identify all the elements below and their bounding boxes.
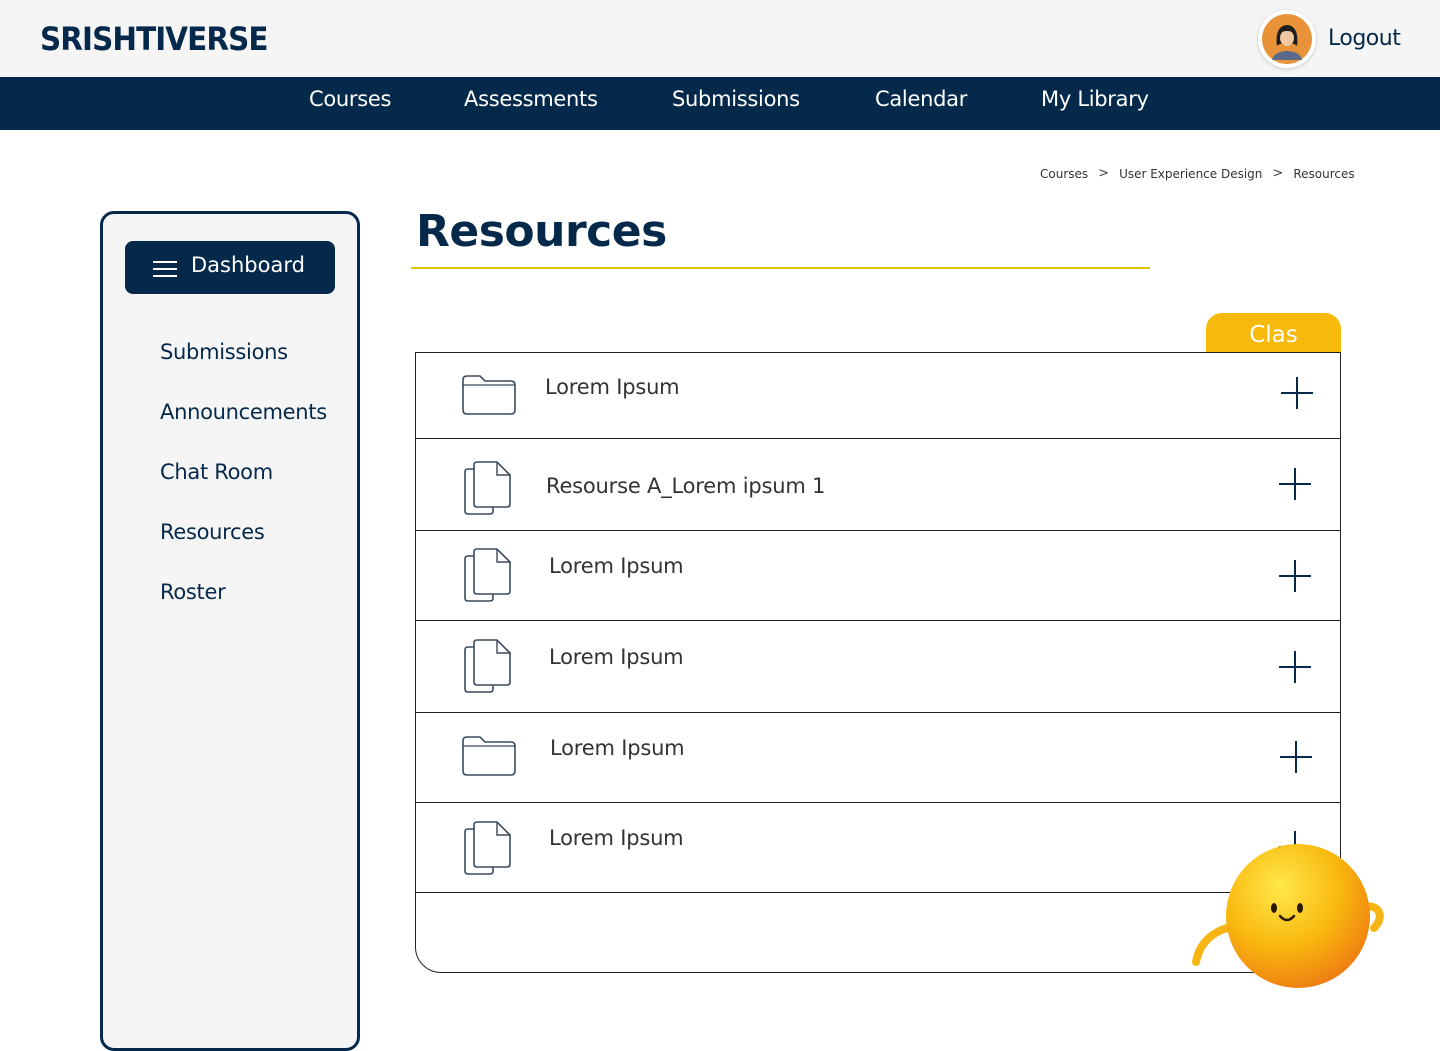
mascot-icon[interactable] xyxy=(1186,838,1396,998)
plus-icon[interactable] xyxy=(1277,466,1313,502)
nav-submissions[interactable]: Submissions xyxy=(672,87,800,111)
nav-my-library[interactable]: My Library xyxy=(1041,87,1149,111)
documents-icon xyxy=(464,461,511,515)
item-label: Lorem Ipsum xyxy=(545,375,680,399)
avatar-icon xyxy=(1262,14,1312,64)
brand-logo[interactable]: SRISHTIVERSE xyxy=(40,20,268,58)
top-bar: SRISHTIVERSE Logout xyxy=(0,0,1440,77)
documents-icon xyxy=(464,821,511,875)
documents-icon xyxy=(464,639,511,693)
sidebar-item-announcements[interactable]: Announcements xyxy=(160,400,327,424)
sidebar-item-chat-room[interactable]: Chat Room xyxy=(160,460,273,484)
breadcrumb: Courses > User Experience Design > Resou… xyxy=(1040,166,1355,181)
folder-icon xyxy=(462,736,516,776)
list-item[interactable]: Lorem Ipsum xyxy=(416,353,1340,439)
user-avatar[interactable] xyxy=(1258,10,1316,68)
plus-icon[interactable] xyxy=(1278,739,1314,775)
plus-icon[interactable] xyxy=(1277,649,1313,685)
title-underline xyxy=(411,267,1150,269)
list-item[interactable]: Lorem Ipsum xyxy=(416,621,1340,713)
main-nav: Courses Assessments Submissions Calendar… xyxy=(0,77,1440,130)
sidebar: Dashboard Submissions Announcements Chat… xyxy=(100,211,360,1051)
class-tab[interactable]: Clas xyxy=(1206,313,1341,357)
chevron-right-icon: > xyxy=(1272,166,1284,181)
sidebar-item-resources[interactable]: Resources xyxy=(160,520,265,544)
chevron-right-icon: > xyxy=(1098,166,1110,181)
item-label: Resourse A_Lorem ipsum 1 xyxy=(546,474,826,498)
list-item[interactable]: Resourse A_Lorem ipsum 1 xyxy=(416,439,1340,531)
dashboard-label: Dashboard xyxy=(191,253,305,277)
plus-icon[interactable] xyxy=(1277,558,1313,594)
documents-icon xyxy=(464,548,511,602)
nav-calendar[interactable]: Calendar xyxy=(875,87,967,111)
breadcrumb-course[interactable]: User Experience Design xyxy=(1119,167,1262,181)
nav-assessments[interactable]: Assessments xyxy=(464,87,598,111)
item-label: Lorem Ipsum xyxy=(550,736,685,760)
page-title: Resources xyxy=(416,206,667,257)
list-item[interactable]: Lorem Ipsum xyxy=(416,531,1340,621)
sidebar-item-submissions[interactable]: Submissions xyxy=(160,340,288,364)
dashboard-button[interactable]: Dashboard xyxy=(125,241,335,294)
menu-icon xyxy=(153,261,177,277)
sidebar-item-roster[interactable]: Roster xyxy=(160,580,226,604)
folder-icon xyxy=(462,375,516,415)
list-item[interactable]: Lorem Ipsum xyxy=(416,713,1340,803)
item-label: Lorem Ipsum xyxy=(549,645,684,669)
item-label: Lorem Ipsum xyxy=(549,826,684,850)
breadcrumb-current: Resources xyxy=(1293,166,1355,181)
breadcrumb-courses[interactable]: Courses xyxy=(1040,167,1088,181)
nav-courses[interactable]: Courses xyxy=(309,87,391,111)
logout-button[interactable]: Logout xyxy=(1328,26,1401,51)
plus-icon[interactable] xyxy=(1279,375,1315,411)
item-label: Lorem Ipsum xyxy=(549,554,684,578)
